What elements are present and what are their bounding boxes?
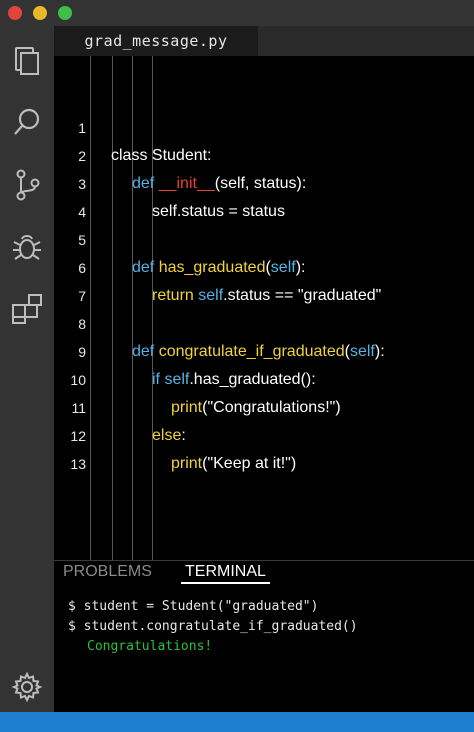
tab-problems[interactable]: PROBLEMS xyxy=(63,563,152,581)
extensions-icon[interactable] xyxy=(10,292,44,326)
minimize-window-button[interactable] xyxy=(33,6,47,20)
status-bar xyxy=(0,712,474,732)
search-icon[interactable] xyxy=(10,106,44,140)
code-line: 9 if self.has_graduated(): xyxy=(54,310,474,388)
tab-terminal[interactable]: TERMINAL xyxy=(181,563,270,584)
code-line: 2 def __init__(self, status): xyxy=(54,114,474,192)
code-line: 13 xyxy=(54,422,474,472)
code-line: 10 print("Congratulations!") xyxy=(54,338,474,416)
settings-gear-icon[interactable] xyxy=(10,670,44,704)
code-line: 11 else: xyxy=(54,366,474,444)
debug-icon[interactable] xyxy=(10,230,44,264)
code-line: 5 def has_graduated(self): xyxy=(54,198,474,276)
line-number: 13 xyxy=(70,456,86,472)
window-titlebar xyxy=(0,0,474,26)
code-line: 6 return self.status == "graduated" xyxy=(54,226,474,304)
files-icon[interactable] xyxy=(10,44,44,78)
code-line: 8 def congratulate_if_graduated(self): xyxy=(54,282,474,360)
code-line: 4 xyxy=(54,170,474,220)
code-line: 1 class Student: xyxy=(54,86,474,164)
terminal-line: $ student = Student("graduated") xyxy=(68,599,319,614)
code-editor[interactable]: 1 class Student: 2 def __init__(self, st… xyxy=(54,56,474,560)
maximize-window-button[interactable] xyxy=(58,6,72,20)
activity-bar xyxy=(0,26,54,712)
code-text: print("Keep at it!") xyxy=(171,455,297,472)
code-line: 12 print("Keep at it!") xyxy=(54,394,474,472)
code-line: 3 self.status = status xyxy=(54,142,474,220)
terminal-line: $ student.congratulate_if_graduated() xyxy=(68,619,358,634)
code-line: 7 xyxy=(54,254,474,304)
source-control-icon[interactable] xyxy=(10,168,44,202)
bottom-panel: PROBLEMS TERMINAL $ student = Student("g… xyxy=(54,560,474,713)
close-window-button[interactable] xyxy=(8,6,22,20)
editor-tab-grad-message[interactable]: grad_message.py xyxy=(54,26,258,56)
terminal-output: Congratulations! xyxy=(87,639,213,654)
